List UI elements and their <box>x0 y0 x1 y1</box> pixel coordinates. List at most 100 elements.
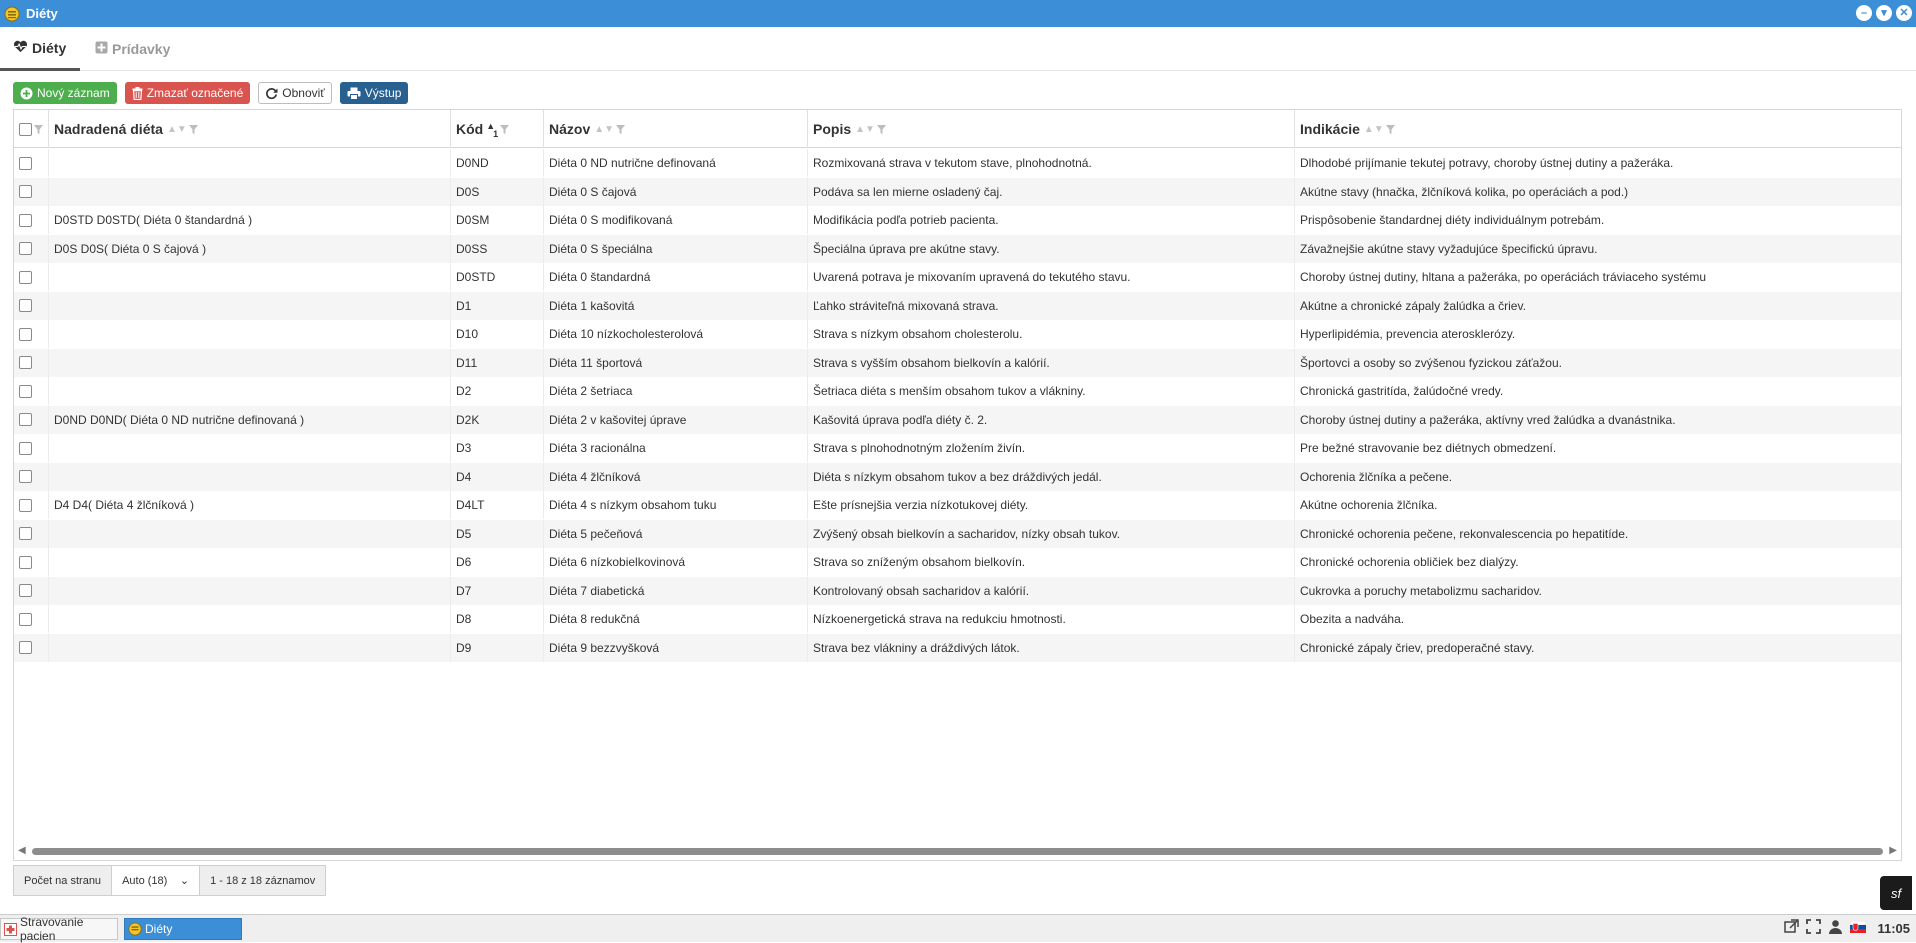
window-titlebar: Diéty – ▾ ✕ <box>0 0 1916 27</box>
row-checkbox[interactable] <box>19 185 32 198</box>
cell-code: D10 <box>451 320 544 348</box>
row-checkbox[interactable] <box>19 527 32 540</box>
row-checkbox[interactable] <box>19 270 32 284</box>
row-checkbox[interactable] <box>19 441 32 455</box>
table-row[interactable]: D0ND D0ND( Diéta 0 ND nutrične definovan… <box>14 405 1901 434</box>
table-row[interactable]: D3 Diéta 3 racionálna Strava s plnohodnotn… <box>14 434 1901 462</box>
table-row[interactable]: D9 Diéta 9 bezzvyšková Strava bez vlákniny… <box>14 633 1901 662</box>
row-checkbox[interactable] <box>19 242 32 255</box>
table-row[interactable]: D10 Diéta 10 nízkocholesterolová Strava s … <box>14 320 1901 348</box>
cell-parent-diet <box>49 263 451 291</box>
cell-description: Strava so zníženým obsahom bielkovín. <box>808 548 1295 576</box>
cell-code: D0SM <box>451 206 544 234</box>
row-checkbox[interactable] <box>19 299 32 312</box>
table-row[interactable]: D4 D4( Diéta 4 žlčníková ) D4LT Diéta 4 s … <box>14 491 1901 519</box>
sort-icon[interactable]: ▲▼ <box>594 124 614 135</box>
column-header-indications[interactable]: Indikácie ▲▼ <box>1295 110 1901 148</box>
table-row[interactable]: D4 Diéta 4 žlčníková Diéta s nízkym obsaho… <box>14 462 1901 491</box>
cell-select <box>14 149 49 177</box>
external-link-icon[interactable] <box>1784 919 1800 937</box>
row-checkbox[interactable] <box>19 470 32 483</box>
cell-name: Diéta 0 S modifikovaná <box>544 206 808 234</box>
cell-name: Diéta 5 pečeňová <box>544 519 808 548</box>
filter-icon[interactable] <box>616 121 626 137</box>
row-checkbox[interactable] <box>19 384 32 398</box>
table-row[interactable]: D0S Diéta 0 S čajová Podáva sa len mierne … <box>14 177 1901 206</box>
row-checkbox[interactable] <box>19 498 32 512</box>
taskbar-item-meals[interactable]: Stravovanie pacien <box>0 915 118 943</box>
chevron-down-icon: ⌄ <box>179 875 190 887</box>
cell-name: Diéta 1 kašovitá <box>544 291 808 320</box>
table-row[interactable]: D7 Diéta 7 diabetická Kontrolovaný obsah s… <box>14 576 1901 605</box>
table-row[interactable]: D0STD Diéta 0 štandardná Uvarená potrava j… <box>14 263 1901 291</box>
select-all-checkbox[interactable] <box>19 122 32 136</box>
refresh-button[interactable]: Obnoviť <box>258 82 332 104</box>
delete-selected-button[interactable]: Zmazať označené <box>124 82 251 104</box>
cell-parent-diet <box>49 348 451 377</box>
table-row[interactable]: D0STD D0STD( Diéta 0 štandardná ) D0SM Dié… <box>14 206 1901 234</box>
cell-indications: Hyperlipidémia, prevencia aterosklerózy. <box>1295 320 1901 348</box>
row-checkbox[interactable] <box>19 413 32 426</box>
symfony-toolbar-icon[interactable]: sf <box>1880 876 1912 910</box>
maximize-icon[interactable]: ▾ <box>1876 5 1892 21</box>
table-row[interactable]: D0S D0S( Diéta 0 S čajová ) D0SS Diéta 0 S… <box>14 234 1901 263</box>
taskbar-item-diets-label: Diéty <box>145 922 173 936</box>
cell-parent-diet <box>49 377 451 405</box>
table-row[interactable]: D0ND Diéta 0 ND nutrične definovaná Rozmix… <box>14 149 1901 177</box>
row-checkbox[interactable] <box>19 327 32 341</box>
tab-extras[interactable]: Prídavky <box>95 27 170 71</box>
filter-icon[interactable] <box>188 121 198 137</box>
table-row[interactable]: D5 Diéta 5 pečeňová Zvýšený obsah bielkoví… <box>14 519 1901 548</box>
row-checkbox[interactable] <box>19 213 32 227</box>
row-checkbox[interactable] <box>19 612 32 626</box>
cell-code: D4 <box>451 462 544 491</box>
cell-name: Diéta 0 S špeciálna <box>544 234 808 263</box>
row-checkbox[interactable] <box>19 555 32 569</box>
column-header-parent-diet[interactable]: Nadradená diéta ▲▼ <box>49 110 451 148</box>
column-header-name[interactable]: Názov ▲▼ <box>544 110 808 148</box>
new-record-button[interactable]: Nový záznam <box>13 82 117 104</box>
sort-icon[interactable]: ▲▼ <box>167 124 187 135</box>
filter-icon[interactable] <box>876 121 886 137</box>
sort-icon[interactable]: ▲▼ <box>855 124 875 135</box>
taskbar: Stravovanie pacien Diéty 11:05 <box>0 914 1916 943</box>
export-button[interactable]: Výstup <box>339 82 409 104</box>
export-label: Výstup <box>364 86 402 100</box>
table-row[interactable]: D6 Diéta 6 nízkobielkovinová Strava so zní… <box>14 548 1901 576</box>
filter-icon[interactable] <box>1385 121 1395 137</box>
table-row[interactable]: D8 Diéta 8 redukčná Nízkoenergetická strav… <box>14 605 1901 633</box>
cell-parent-diet <box>49 576 451 605</box>
row-checkbox[interactable] <box>19 584 32 597</box>
cell-indications: Choroby ústnej dutiny a pažeráka, aktívn… <box>1295 406 1901 434</box>
fullscreen-icon[interactable] <box>1806 919 1822 937</box>
cell-description: Špeciálna úprava pre akútne stavy. <box>808 234 1295 263</box>
language-flag-icon[interactable] <box>1850 920 1867 936</box>
cell-select <box>14 519 49 548</box>
cell-description: Ľahko stráviteľná mixovaná strava. <box>808 291 1295 320</box>
minimize-icon[interactable]: – <box>1856 5 1872 21</box>
row-checkbox[interactable] <box>19 356 32 369</box>
record-range: 1 - 18 z 18 záznamov <box>210 874 316 887</box>
user-icon[interactable] <box>1828 919 1843 937</box>
sort-icon[interactable]: ▲▼ <box>1364 124 1384 135</box>
table-row[interactable]: D11 Diéta 11 športová Strava s vyšším obsa… <box>14 348 1901 377</box>
horizontal-scrollbar[interactable]: ◀ ▶ <box>14 843 1901 859</box>
table-row[interactable]: D2 Diéta 2 šetriaca Šetriaca diéta s menší… <box>14 377 1901 405</box>
per-page-select[interactable]: Auto (18) ⌄ <box>112 866 201 895</box>
tab-diets[interactable]: Diéty <box>0 27 80 71</box>
column-header-code[interactable]: Kód ▲ 1 <box>451 110 544 148</box>
table-row[interactable]: D1 Diéta 1 kašovitá Ľahko stráviteľná mixo… <box>14 291 1901 320</box>
scroll-right-icon[interactable]: ▶ <box>1889 845 1897 856</box>
filter-icon[interactable] <box>34 121 43 137</box>
filter-icon[interactable] <box>500 121 510 137</box>
scrollbar-thumb[interactable] <box>32 848 1883 855</box>
pager: Počet na stranu Auto (18) ⌄ 1 - 18 z 18 … <box>13 865 327 896</box>
tab-diets-label: Diéty <box>32 39 67 56</box>
close-icon[interactable]: ✕ <box>1896 5 1912 21</box>
row-checkbox[interactable] <box>19 641 32 654</box>
row-checkbox[interactable] <box>19 156 32 170</box>
scroll-left-icon[interactable]: ◀ <box>18 845 26 856</box>
taskbar-item-diets[interactable]: Diéty <box>124 918 242 940</box>
cell-parent-diet <box>49 548 451 576</box>
column-header-description[interactable]: Popis ▲▼ <box>808 110 1295 148</box>
